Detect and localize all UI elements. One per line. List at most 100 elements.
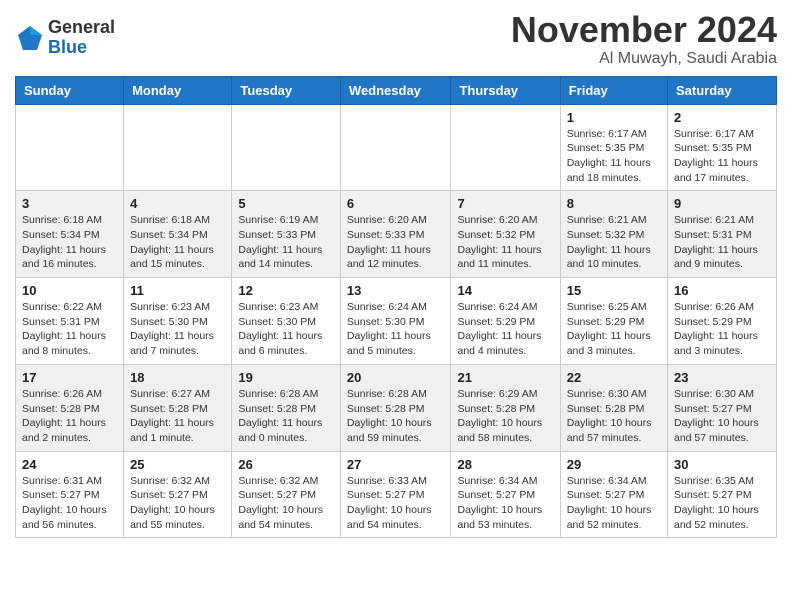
day-number: 27 — [347, 457, 445, 472]
calendar-day-header: Thursday — [451, 76, 560, 104]
day-number: 21 — [457, 370, 553, 385]
logo-general-text: General — [48, 18, 115, 38]
calendar-day-cell: 12 Sunrise: 6:23 AM Sunset: 5:30 PM Dayli… — [232, 278, 341, 365]
day-number: 6 — [347, 196, 445, 211]
calendar-day-cell: 29 Sunrise: 6:34 AM Sunset: 5:27 PM Dayli… — [560, 451, 667, 538]
day-info: Sunrise: 6:34 AM Sunset: 5:27 PM Dayligh… — [457, 474, 553, 533]
day-number: 30 — [674, 457, 770, 472]
day-number: 7 — [457, 196, 553, 211]
day-info: Sunrise: 6:20 AM Sunset: 5:33 PM Dayligh… — [347, 213, 445, 272]
calendar-day-cell: 26Sunrise: 6:32 AM Sunset: 5:27 PM Dayli… — [232, 451, 341, 538]
calendar-day-cell: 7 Sunrise: 6:20 AM Sunset: 5:32 PM Daylig… — [451, 191, 560, 278]
day-info: Sunrise: 6:18 AM Sunset: 5:34 PM Dayligh… — [22, 213, 117, 272]
calendar-header-row: SundayMondayTuesdayWednesdayThursdayFrid… — [16, 76, 777, 104]
calendar-day-header: Sunday — [16, 76, 124, 104]
calendar-day-cell: 19Sunrise: 6:28 AM Sunset: 5:28 PM Dayli… — [232, 364, 341, 451]
calendar-day-cell: 23 Sunrise: 6:30 AM Sunset: 5:27 PM Dayli… — [668, 364, 777, 451]
calendar-week-row: 3 Sunrise: 6:18 AM Sunset: 5:34 PM Daylig… — [16, 191, 777, 278]
calendar-day-cell: 22Sunrise: 6:30 AM Sunset: 5:28 PM Dayli… — [560, 364, 667, 451]
calendar-day-cell — [451, 104, 560, 191]
title-block: November 2024 Al Muwayh, Saudi Arabia — [511, 10, 777, 68]
day-number: 16 — [674, 283, 770, 298]
location: Al Muwayh, Saudi Arabia — [511, 50, 777, 68]
day-info: Sunrise: 6:29 AM Sunset: 5:28 PM Dayligh… — [457, 387, 553, 446]
day-number: 20 — [347, 370, 445, 385]
day-number: 26 — [238, 457, 334, 472]
calendar-day-cell: 1Sunrise: 6:17 AM Sunset: 5:35 PM Daylig… — [560, 104, 667, 191]
day-number: 23 — [674, 370, 770, 385]
day-number: 2 — [674, 110, 770, 125]
logo-text: General Blue — [48, 18, 115, 58]
day-info: Sunrise: 6:30 AM Sunset: 5:27 PM Dayligh… — [674, 387, 770, 446]
calendar-day-cell: 24 Sunrise: 6:31 AM Sunset: 5:27 PM Dayli… — [16, 451, 124, 538]
day-number: 5 — [238, 196, 334, 211]
day-number: 12 — [238, 283, 334, 298]
day-number: 25 — [130, 457, 225, 472]
day-info: Sunrise: 6:23 AM Sunset: 5:30 PM Dayligh… — [238, 300, 334, 359]
day-number: 3 — [22, 196, 117, 211]
calendar-day-cell: 27 Sunrise: 6:33 AM Sunset: 5:27 PM Dayli… — [340, 451, 451, 538]
calendar-day-cell: 30 Sunrise: 6:35 AM Sunset: 5:27 PM Dayli… — [668, 451, 777, 538]
day-number: 29 — [567, 457, 661, 472]
calendar-day-cell: 3 Sunrise: 6:18 AM Sunset: 5:34 PM Daylig… — [16, 191, 124, 278]
calendar-day-cell: 9Sunrise: 6:21 AM Sunset: 5:31 PM Daylig… — [668, 191, 777, 278]
calendar-day-cell: 17Sunrise: 6:26 AM Sunset: 5:28 PM Dayli… — [16, 364, 124, 451]
logo-icon — [15, 23, 45, 53]
day-number: 24 — [22, 457, 117, 472]
day-info: Sunrise: 6:23 AM Sunset: 5:30 PM Dayligh… — [130, 300, 225, 359]
calendar-day-cell: 21 Sunrise: 6:29 AM Sunset: 5:28 PM Dayli… — [451, 364, 560, 451]
day-info: Sunrise: 6:34 AM Sunset: 5:27 PM Dayligh… — [567, 474, 661, 533]
calendar-week-row: 10 Sunrise: 6:22 AM Sunset: 5:31 PM Dayli… — [16, 278, 777, 365]
day-number: 19 — [238, 370, 334, 385]
calendar-day-header: Friday — [560, 76, 667, 104]
day-number: 14 — [457, 283, 553, 298]
day-info: Sunrise: 6:24 AM Sunset: 5:29 PM Dayligh… — [457, 300, 553, 359]
logo-blue-text: Blue — [48, 38, 115, 58]
day-info: Sunrise: 6:32 AM Sunset: 5:27 PM Dayligh… — [130, 474, 225, 533]
day-info: Sunrise: 6:28 AM Sunset: 5:28 PM Dayligh… — [347, 387, 445, 446]
calendar-day-cell: 8Sunrise: 6:21 AM Sunset: 5:32 PM Daylig… — [560, 191, 667, 278]
calendar-day-cell: 4 Sunrise: 6:18 AM Sunset: 5:34 PM Daylig… — [124, 191, 232, 278]
calendar-day-header: Saturday — [668, 76, 777, 104]
day-number: 1 — [567, 110, 661, 125]
calendar-day-cell: 11Sunrise: 6:23 AM Sunset: 5:30 PM Dayli… — [124, 278, 232, 365]
calendar-week-row: 1 Sunrise: 6:17 AM Sunset: 5:35 PM Daylig… — [16, 104, 777, 191]
calendar-day-cell — [124, 104, 232, 191]
day-info: Sunrise: 6:31 AM Sunset: 5:27 PM Dayligh… — [22, 474, 117, 533]
calendar-day-cell: 16Sunrise: 6:26 AM Sunset: 5:29 PM Dayli… — [668, 278, 777, 365]
day-info: Sunrise: 6:17 AM Sunset: 5:35 PM Dayligh… — [674, 127, 770, 186]
header: General Blue November 2024 Al Muwayh, Sa… — [15, 10, 777, 68]
calendar-day-cell: 13Sunrise: 6:24 AM Sunset: 5:30 PM Dayli… — [340, 278, 451, 365]
calendar-day-cell — [232, 104, 341, 191]
day-number: 28 — [457, 457, 553, 472]
logo: General Blue — [15, 18, 115, 58]
calendar-day-cell: 25 Sunrise: 6:32 AM Sunset: 5:27 PM Dayli… — [124, 451, 232, 538]
calendar-day-cell: 10 Sunrise: 6:22 AM Sunset: 5:31 PM Dayli… — [16, 278, 124, 365]
calendar-day-cell — [16, 104, 124, 191]
calendar-week-row: 17Sunrise: 6:26 AM Sunset: 5:28 PM Dayli… — [16, 364, 777, 451]
day-info: Sunrise: 6:22 AM Sunset: 5:31 PM Dayligh… — [22, 300, 117, 359]
calendar-day-cell: 2 Sunrise: 6:17 AM Sunset: 5:35 PM Daylig… — [668, 104, 777, 191]
day-info: Sunrise: 6:35 AM Sunset: 5:27 PM Dayligh… — [674, 474, 770, 533]
month-title: November 2024 — [511, 10, 777, 50]
day-info: Sunrise: 6:21 AM Sunset: 5:32 PM Dayligh… — [567, 213, 661, 272]
calendar-day-cell: 28 Sunrise: 6:34 AM Sunset: 5:27 PM Dayli… — [451, 451, 560, 538]
calendar-day-cell: 6 Sunrise: 6:20 AM Sunset: 5:33 PM Daylig… — [340, 191, 451, 278]
day-number: 10 — [22, 283, 117, 298]
calendar-day-cell: 15 Sunrise: 6:25 AM Sunset: 5:29 PM Dayli… — [560, 278, 667, 365]
day-info: Sunrise: 6:21 AM Sunset: 5:31 PM Dayligh… — [674, 213, 770, 272]
day-number: 13 — [347, 283, 445, 298]
calendar-day-cell: 18Sunrise: 6:27 AM Sunset: 5:28 PM Dayli… — [124, 364, 232, 451]
day-info: Sunrise: 6:20 AM Sunset: 5:32 PM Dayligh… — [457, 213, 553, 272]
day-info: Sunrise: 6:33 AM Sunset: 5:27 PM Dayligh… — [347, 474, 445, 533]
day-number: 4 — [130, 196, 225, 211]
calendar-day-cell: 5 Sunrise: 6:19 AM Sunset: 5:33 PM Daylig… — [232, 191, 341, 278]
calendar-day-cell: 14 Sunrise: 6:24 AM Sunset: 5:29 PM Dayli… — [451, 278, 560, 365]
day-info: Sunrise: 6:25 AM Sunset: 5:29 PM Dayligh… — [567, 300, 661, 359]
page: General Blue November 2024 Al Muwayh, Sa… — [0, 0, 792, 553]
calendar-day-header: Monday — [124, 76, 232, 104]
calendar-day-cell: 20 Sunrise: 6:28 AM Sunset: 5:28 PM Dayli… — [340, 364, 451, 451]
day-info: Sunrise: 6:18 AM Sunset: 5:34 PM Dayligh… — [130, 213, 225, 272]
day-info: Sunrise: 6:19 AM Sunset: 5:33 PM Dayligh… — [238, 213, 334, 272]
day-number: 15 — [567, 283, 661, 298]
